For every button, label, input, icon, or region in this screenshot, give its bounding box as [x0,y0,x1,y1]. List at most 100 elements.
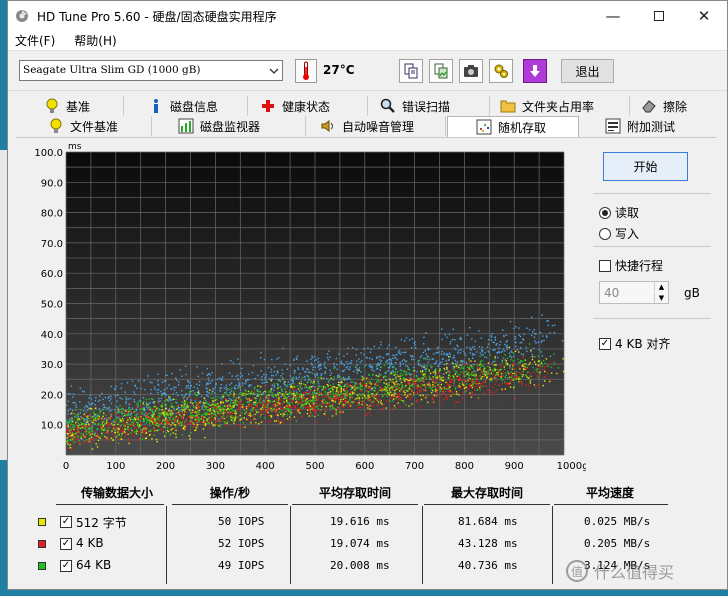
tab-erase[interactable]: 擦除 [641,96,723,116]
scatter-point [392,378,394,381]
read-radio[interactable]: 读取 [599,204,639,221]
start-button[interactable]: 开始 [603,152,688,181]
window-title: HD Tune Pro 5.60 - 硬盘/固态硬盘实用程序 [37,9,277,24]
scatter-point [294,394,297,397]
scatter-point [266,409,269,411]
scatter-point [470,348,472,350]
short-stroke-spinner[interactable]: 40 ▲ ▼ [599,281,669,304]
title-bar[interactable]: HD Tune Pro 5.60 - 硬盘/固态硬盘实用程序 — ✕ [8,1,727,31]
write-radio[interactable]: 写入 [599,225,639,242]
scatter-point [317,388,319,390]
tab-error-scan[interactable]: 错误扫描 [380,96,490,116]
tab-folder-usage[interactable]: 文件夹占用率 [500,96,630,116]
scatter-point [562,358,564,360]
scatter-point [306,386,308,389]
tab-health[interactable]: 健康状态 [260,96,368,116]
tab-disk-info[interactable]: 磁盘信息 [148,96,248,116]
scatter-point [331,415,334,417]
scatter-point [158,429,160,431]
scatter-point [145,413,147,416]
spin-up-icon[interactable]: ▲ [654,282,668,292]
tab-aam[interactable]: 自动噪音管理 [320,116,446,136]
align-4kb-checkbox[interactable]: ✓ 4 KB 对齐 [599,335,670,352]
scatter-point [121,407,123,410]
scatter-point [522,374,525,376]
scatter-point [498,384,500,386]
scatter-point [298,376,300,378]
tab-random-access[interactable]: 随机存取 [447,116,579,137]
scatter-point [492,386,494,388]
save-button[interactable] [523,59,547,83]
scatter-point [127,437,130,440]
maximize-button[interactable] [636,1,682,31]
scatter-point [94,434,97,436]
copy-image-button[interactable] [429,59,453,83]
tab-extra-tests[interactable]: 附加测试 [605,116,715,136]
scatter-point [514,378,517,380]
scatter-point [334,399,336,401]
scatter-point [347,368,349,370]
close-button[interactable]: ✕ [681,1,727,31]
scatter-point [233,391,235,393]
menu-file[interactable]: 文件(F) [15,32,55,49]
scatter-point [483,393,485,395]
scatter-point [416,376,418,378]
tab-benchmark[interactable]: 基准 [44,96,124,116]
scatter-point [126,422,129,424]
scatter-point [391,381,393,383]
series-checkbox[interactable]: ✓ [60,516,72,528]
scatter-point [325,405,327,408]
scatter-point [212,406,214,409]
scatter-point [292,388,294,390]
scatter-point [259,397,262,399]
scatter-point [148,422,151,424]
scatter-point [207,409,209,412]
scatter-point [214,406,217,409]
tab-file-benchmark[interactable]: 文件基准 [48,116,152,136]
scatter-point [409,374,411,376]
scatter-point [494,339,497,341]
scatter-point [202,409,205,411]
short-stroke-checkbox[interactable]: 快捷行程 [599,257,663,274]
scatter-point [397,370,399,373]
scatter-point [311,408,313,410]
scatter-point [214,392,216,394]
scatter-point [173,409,176,412]
scatter-point [94,399,97,402]
scatter-point [74,427,76,430]
scatter-point [155,438,158,441]
scatter-point [515,326,517,328]
scatter-point [371,402,373,404]
scatter-point [392,371,395,373]
scatter-point [490,336,493,338]
scatter-point [396,388,399,390]
scatter-point [89,435,91,437]
minimize-button[interactable]: — [590,1,636,31]
scatter-point [533,336,536,338]
scatter-point [323,398,325,401]
scatter-point [320,367,322,370]
scatter-point [306,412,309,415]
menu-help[interactable]: 帮助(H) [74,32,116,49]
column-divider [290,506,291,584]
exit-button[interactable]: 退出 [561,59,614,83]
spin-down-icon[interactable]: ▼ [654,293,668,303]
scatter-point [404,389,406,392]
scatter-point [97,424,99,426]
scatter-point [455,372,458,374]
copy-text-button[interactable] [399,59,423,83]
tab-disk-monitor[interactable]: 磁盘监视器 [178,116,306,136]
scatter-point [134,385,136,387]
scatter-point [446,370,449,373]
screenshot-button[interactable] [459,59,483,83]
scatter-point [213,418,215,420]
scatter-point [349,378,351,380]
scatter-point [166,423,169,425]
series-checkbox[interactable]: ✓ [60,538,72,550]
series-checkbox[interactable]: ✓ [60,560,72,572]
scatter-point [518,351,520,353]
scatter-point [137,418,140,421]
drive-select[interactable]: Seagate Ultra Slim GD (1000 gB) [19,60,283,81]
scatter-point [520,378,522,380]
options-button[interactable] [489,59,513,83]
